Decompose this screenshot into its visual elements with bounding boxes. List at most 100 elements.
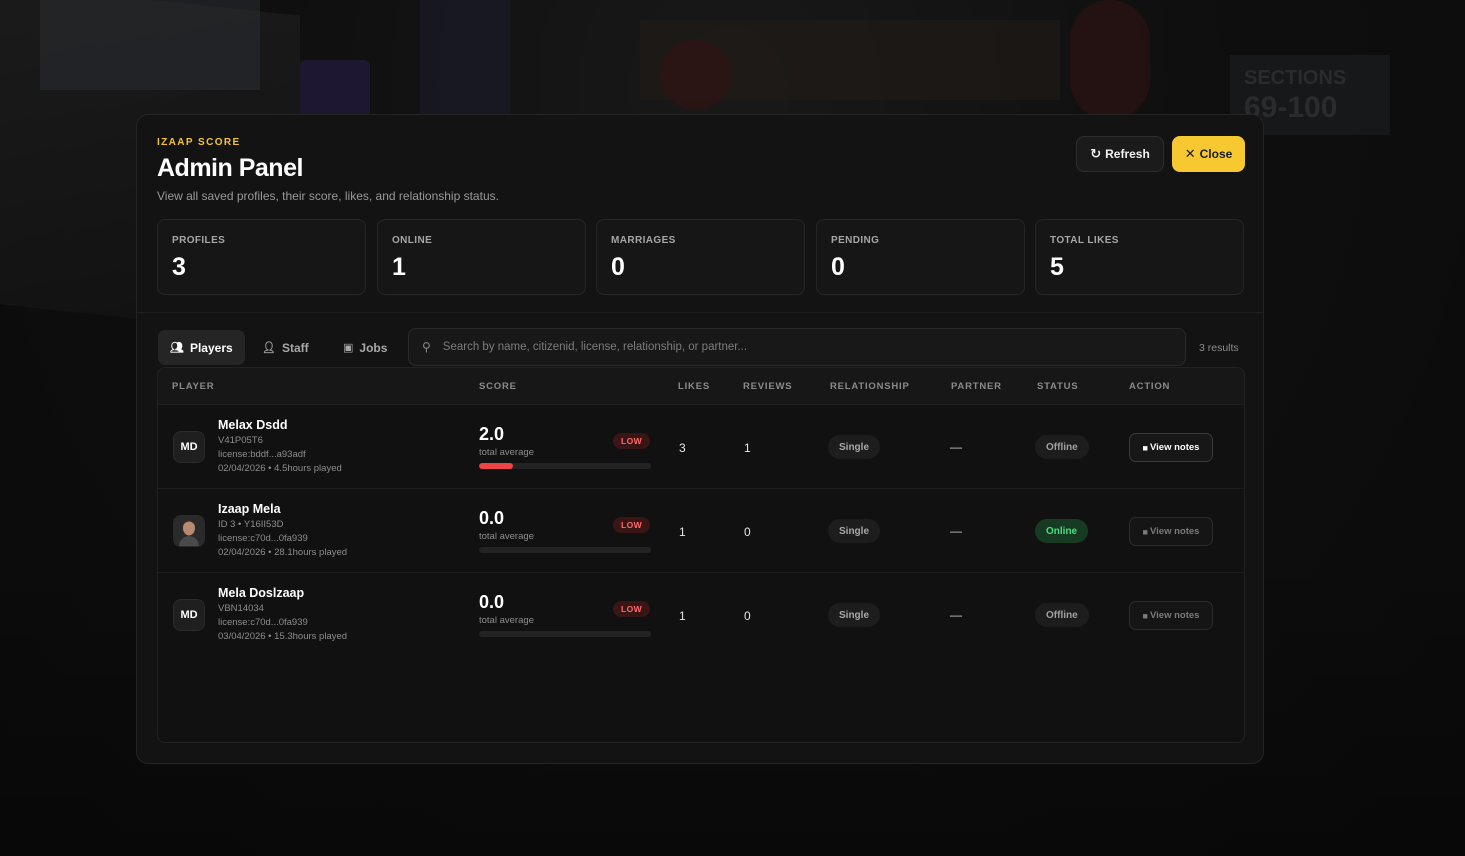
table-row: Izaap Mela ID 3 • Y16II53D license:c70d.… xyxy=(158,488,1244,573)
stat-value: 0 xyxy=(831,253,845,281)
column-header: PLAYER xyxy=(172,381,215,392)
score-label: total average xyxy=(479,531,534,542)
likes-count: 1 xyxy=(679,525,686,539)
reviews-count: 1 xyxy=(744,441,751,455)
score-value: 0.0 xyxy=(479,592,505,612)
results-count: 3 results xyxy=(1199,342,1239,354)
partner-value: — xyxy=(950,440,962,454)
score-bar xyxy=(479,631,651,637)
avatar: MD xyxy=(173,431,205,463)
player-id: V41P05T6 xyxy=(218,435,263,446)
stat-label: TOTAL LIKES xyxy=(1050,235,1119,246)
stat-label: PROFILES xyxy=(172,235,226,246)
page-title: Admin Panel xyxy=(157,154,303,182)
score-bar-fill xyxy=(479,463,514,469)
avatar: MD xyxy=(173,599,205,631)
score-badge: LOW xyxy=(613,517,651,533)
stat-card-profiles: PROFILES 3 xyxy=(157,219,366,295)
panel-eyebrow: IZAAP SCORE xyxy=(157,137,241,148)
player-license: license:c70d...0fa939 xyxy=(218,617,308,628)
relationship-badge: Single xyxy=(828,435,881,459)
stat-value: 3 xyxy=(172,253,186,281)
view-notes-label: View notes xyxy=(1149,610,1200,621)
player-id: VBN14034 xyxy=(218,603,264,614)
column-header: ACTION xyxy=(1129,381,1171,392)
view-notes-button[interactable]: ■ View notes xyxy=(1129,601,1213,630)
status-badge: Online xyxy=(1035,519,1089,543)
note-icon: ■ xyxy=(1142,442,1148,453)
close-label: Close xyxy=(1199,147,1233,161)
tab-label: Jobs xyxy=(359,340,388,355)
player-played: 03/04/2026 • 15.3hours played xyxy=(218,631,348,642)
score-badge: LOW xyxy=(613,601,651,617)
tab-players[interactable]: 👥︎ Players xyxy=(158,330,245,365)
close-button[interactable]: ✕ Close xyxy=(1172,136,1245,172)
score-label: total average xyxy=(479,447,534,458)
partner-value: — xyxy=(950,524,962,538)
search-box[interactable]: ⚲ xyxy=(408,328,1186,366)
partner-value: — xyxy=(950,608,962,622)
player-name: Melax Dsdd xyxy=(218,418,288,432)
refresh-label: Refresh xyxy=(1105,147,1150,161)
score-bar xyxy=(479,463,651,469)
note-icon: ■ xyxy=(1142,526,1148,537)
column-header: SCORE xyxy=(479,381,517,392)
player-license: license:bddf...a93adf xyxy=(218,449,306,460)
user-shield-icon: 👤︎ xyxy=(262,342,276,354)
tab-label: Staff xyxy=(281,340,309,355)
likes-count: 3 xyxy=(679,441,686,455)
players-table: PLAYER SCORE LIKES REVIEWS RELATIONSHIP … xyxy=(157,367,1245,743)
table-row: MD Mela Doslzaap VBN14034 license:c70d..… xyxy=(158,572,1244,657)
section-divider xyxy=(137,312,1263,313)
score-label: total average xyxy=(479,615,534,626)
note-icon: ■ xyxy=(1142,610,1148,621)
reviews-count: 0 xyxy=(744,609,751,623)
view-notes-label: View notes xyxy=(1149,442,1200,453)
close-icon: ✕ xyxy=(1184,146,1196,161)
column-header: PARTNER xyxy=(951,381,1002,392)
player-license: license:c70d...0fa939 xyxy=(218,533,308,544)
score-value: 0.0 xyxy=(479,508,505,528)
column-header: LIKES xyxy=(678,381,710,392)
player-photo-icon xyxy=(174,516,204,546)
stat-value: 5 xyxy=(1050,253,1064,281)
view-notes-label: View notes xyxy=(1149,526,1200,537)
player-id: ID 3 • Y16II53D xyxy=(218,519,284,530)
view-notes-button[interactable]: ■ View notes xyxy=(1129,433,1213,462)
stat-value: 1 xyxy=(392,253,406,281)
stat-label: PENDING xyxy=(831,235,880,246)
table-header: PLAYER SCORE LIKES REVIEWS RELATIONSHIP … xyxy=(158,368,1244,404)
refresh-button[interactable]: ↻ Refresh xyxy=(1076,136,1164,172)
refresh-icon: ↻ xyxy=(1090,146,1102,161)
table-row: MD Melax Dsdd V41P05T6 license:bddf...a9… xyxy=(158,404,1244,489)
column-header: STATUS xyxy=(1037,381,1079,392)
likes-count: 1 xyxy=(679,609,686,623)
view-notes-button[interactable]: ■ View notes xyxy=(1129,517,1213,546)
column-header: REVIEWS xyxy=(743,381,793,392)
player-played: 02/04/2026 • 28.1hours played xyxy=(218,547,348,558)
relationship-badge: Single xyxy=(828,519,881,543)
stat-label: ONLINE xyxy=(392,235,433,246)
search-input[interactable] xyxy=(440,340,1185,354)
stat-card-pending: PENDING 0 xyxy=(816,219,1025,295)
player-played: 02/04/2026 • 4.5hours played xyxy=(218,463,342,474)
stat-card-online: ONLINE 1 xyxy=(377,219,586,295)
score-value: 2.0 xyxy=(479,424,505,444)
admin-panel: IZAAP SCORE Admin Panel View all saved p… xyxy=(136,114,1264,764)
column-header: RELATIONSHIP xyxy=(830,381,910,392)
search-icon: ⚲ xyxy=(422,340,431,354)
stat-card-total-likes: TOTAL LIKES 5 xyxy=(1035,219,1244,295)
relationship-badge: Single xyxy=(828,603,881,627)
page-subtitle: View all saved profiles, their score, li… xyxy=(157,189,499,203)
stat-label: MARRIAGES xyxy=(611,235,676,246)
score-bar xyxy=(479,547,651,553)
avatar xyxy=(173,515,205,547)
tab-jobs[interactable]: ▣ Jobs xyxy=(331,330,399,365)
tab-staff[interactable]: 👤︎ Staff xyxy=(250,330,321,365)
stat-value: 0 xyxy=(611,253,625,281)
status-badge: Offline xyxy=(1035,603,1089,627)
score-badge: LOW xyxy=(613,433,651,449)
tab-label: Players xyxy=(189,340,233,355)
briefcase-icon: ▣ xyxy=(343,342,354,354)
stat-card-marriages: MARRIAGES 0 xyxy=(596,219,805,295)
